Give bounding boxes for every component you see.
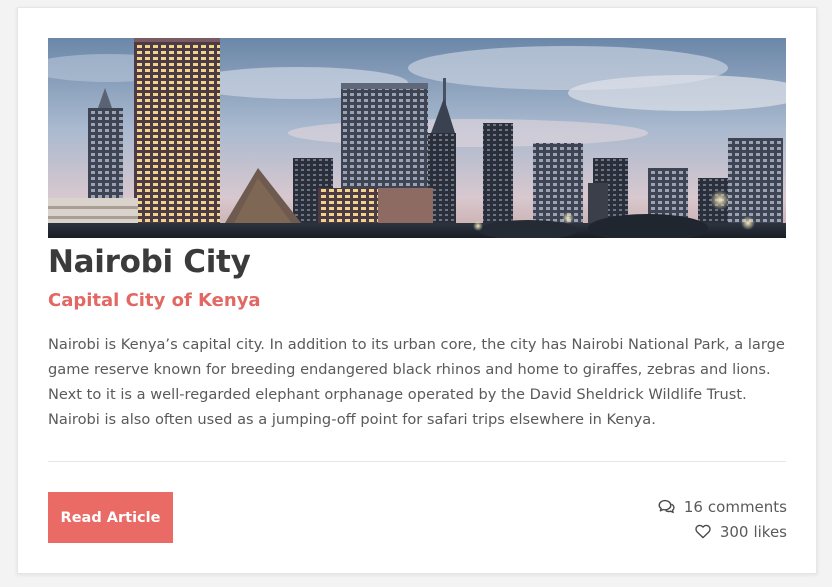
- article-title: Nairobi City: [48, 244, 251, 280]
- heart-icon: [694, 523, 712, 541]
- article-stats: 16 comments 300 likes: [658, 494, 787, 544]
- likes-count: 300: [719, 522, 749, 541]
- article-image: [48, 38, 786, 238]
- comments-icon: [658, 498, 676, 516]
- city-skyline-photo: [48, 38, 786, 238]
- read-article-button[interactable]: Read Article: [48, 492, 173, 543]
- article-body: Nairobi is Kenya’s capital city. In addi…: [48, 336, 785, 428]
- article-subtitle: Capital City of Kenya: [48, 290, 261, 311]
- comments-label: comments: [707, 497, 787, 516]
- divider: [48, 461, 786, 462]
- likes-stat[interactable]: 300 likes: [658, 519, 787, 544]
- likes-label: likes: [753, 522, 787, 541]
- article-card: Nairobi City Capital City of Kenya Nairo…: [17, 7, 817, 574]
- comments-stat[interactable]: 16 comments: [658, 494, 787, 519]
- comments-count: 16: [683, 497, 703, 516]
